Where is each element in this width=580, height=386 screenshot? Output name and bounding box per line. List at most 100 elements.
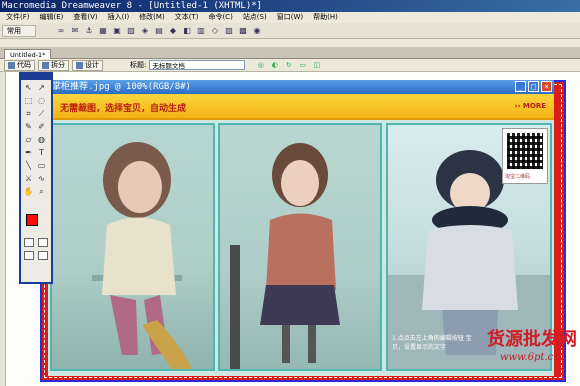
- split-view-icon: [42, 61, 49, 69]
- rectangle-tool-icon[interactable]: ▭: [36, 161, 47, 171]
- photo-caption: 1.点点击左上角的编辑按钮 宝贝，设置显示的文字: [392, 335, 472, 351]
- qr-code: [507, 133, 543, 169]
- menu-text[interactable]: 文本(T): [175, 12, 199, 23]
- menu-window[interactable]: 窗口(W): [277, 12, 303, 23]
- email-icon[interactable]: ✉: [70, 26, 80, 36]
- knife-tool-icon[interactable]: ⚔: [23, 174, 34, 184]
- freeform-tool-icon[interactable]: ∿: [36, 174, 47, 184]
- full-screen-menu-icon[interactable]: [24, 251, 34, 260]
- view-mode-buttons: [24, 238, 50, 260]
- design-view-button[interactable]: 设计: [72, 59, 103, 71]
- menu-insert[interactable]: 插入(I): [108, 12, 130, 23]
- subselect-tool-icon[interactable]: ↗: [36, 83, 47, 93]
- pencil-tool-icon[interactable]: ✐: [36, 122, 47, 132]
- eraser-tool-icon[interactable]: ▱: [23, 135, 34, 145]
- slice-tool-icon[interactable]: ⟋: [36, 109, 47, 119]
- foreground-color-swatch[interactable]: [26, 214, 38, 226]
- tools-panel: ↖ ↗ ⬚ ◌ ⌗ ⟋ ✎ ✐ ▱ ◍ ✒ T ╲ ▭ ⚔ ∿ ✋ ⌕: [19, 72, 53, 284]
- qr-code-box: 淘宝二维码: [502, 128, 548, 184]
- template-icon[interactable]: ▧: [224, 26, 234, 36]
- minimize-icon[interactable]: _: [515, 81, 526, 92]
- comment-icon[interactable]: ◧: [182, 26, 192, 36]
- view-options-icon[interactable]: ▭: [298, 61, 307, 70]
- script-icon[interactable]: ◇: [210, 26, 220, 36]
- pen-tool-icon[interactable]: ✒: [23, 148, 34, 158]
- insert-category-select[interactable]: 常用: [2, 24, 36, 37]
- app-title: Macromedia Dreamweaver 8 - [Untitled-1 (…: [2, 1, 263, 11]
- code-view-label: 代码: [17, 61, 31, 69]
- lasso-tool-icon[interactable]: ◌: [36, 96, 47, 106]
- hand-tool-icon[interactable]: ✋: [23, 187, 34, 197]
- blur-tool-icon[interactable]: ◍: [36, 135, 47, 145]
- document-tab[interactable]: Untitled-1*: [4, 49, 52, 59]
- tools-grid: ↖ ↗ ⬚ ◌ ⌗ ⟋ ✎ ✐ ▱ ◍ ✒ T ╲ ▭ ⚔ ∿ ✋ ⌕: [23, 83, 49, 197]
- insert-icons: ∞ ✉ ⚓ ▦ ▣ ▨ ◈ ▤ ◆ ◧ ▥ ◇ ▧ ▩ ◉: [56, 26, 262, 36]
- document-tab-strip: Untitled-1*: [0, 47, 580, 59]
- image-icon[interactable]: ▨: [126, 26, 136, 36]
- document-toolbar: 代码 拆分 设计 标题: ◎ ◐ ↻ ▭ ◫: [0, 59, 580, 72]
- marquee-tool-icon[interactable]: ⬚: [23, 96, 34, 106]
- close-icon[interactable]: ×: [541, 81, 552, 92]
- tag-chooser-icon[interactable]: ◉: [252, 26, 262, 36]
- child-photo-2-illustration: [230, 143, 340, 369]
- date-icon[interactable]: ▤: [154, 26, 164, 36]
- server-icon[interactable]: ◆: [168, 26, 178, 36]
- media-icon[interactable]: ◈: [140, 26, 150, 36]
- text-tool-icon[interactable]: T: [36, 148, 47, 158]
- product-photos: [48, 120, 554, 376]
- banner-more-link[interactable]: ›› MORE: [515, 102, 546, 110]
- menu-commands[interactable]: 命令(C): [208, 12, 232, 23]
- preview-icon[interactable]: ◐: [270, 61, 279, 70]
- qr-caption: 淘宝二维码: [505, 174, 531, 180]
- title-field-label: 标题:: [130, 61, 147, 69]
- banner-more-label: MORE: [522, 102, 546, 110]
- watermark-site-name: 货源批发网: [487, 329, 577, 350]
- refresh-icon[interactable]: ↻: [284, 61, 293, 70]
- menu-help[interactable]: 帮助(H): [313, 12, 338, 23]
- image-window-controls: _ □ ×: [515, 81, 552, 92]
- maximize-icon[interactable]: □: [528, 81, 539, 92]
- menu-bar: 文件(F) 编辑(E) 查看(V) 插入(I) 修改(M) 文本(T) 命令(C…: [0, 12, 580, 23]
- head-icon[interactable]: ▥: [196, 26, 206, 36]
- tools-panel-grip[interactable]: [21, 74, 51, 80]
- product-photo-2[interactable]: [218, 123, 382, 371]
- layer-icon[interactable]: ▣: [112, 26, 122, 36]
- standard-mode-icon[interactable]: [24, 238, 34, 247]
- menu-view[interactable]: 查看(V): [73, 12, 97, 23]
- title-input[interactable]: [149, 60, 246, 70]
- insert-toolbar: 常用 ∞ ✉ ⚓ ▦ ▣ ▨ ◈ ▤ ◆ ◧ ▥ ◇ ▧ ▩ ◉: [0, 23, 580, 39]
- doc-toolbar-icons: ◎ ◐ ↻ ▭ ◫: [256, 61, 321, 70]
- file-management-icon[interactable]: ◎: [256, 61, 265, 70]
- anchor-icon[interactable]: ⚓: [84, 26, 94, 36]
- watermark-url: www.6pt.cn: [500, 352, 560, 363]
- full-screen-icon[interactable]: [38, 238, 48, 247]
- child-photo-1-illustration: [92, 142, 192, 369]
- menu-edit[interactable]: 编辑(E): [40, 12, 64, 23]
- image-window-titlebar[interactable]: 掌柜推荐.jpg @ 100%(RGB/8#) _ □ ×: [48, 80, 554, 94]
- code-view-button[interactable]: 代码: [4, 59, 35, 71]
- design-view-label: 设计: [85, 61, 99, 69]
- image-window-title: 掌柜推荐.jpg @ 100%(RGB/8#): [52, 82, 191, 92]
- product-photo-1[interactable]: [50, 123, 215, 371]
- code-view-icon: [8, 61, 15, 69]
- split-view-label: 拆分: [51, 61, 65, 69]
- banner-text: 无需裁图，选择宝贝，自动生成: [60, 104, 187, 114]
- menu-file[interactable]: 文件(F): [6, 12, 30, 23]
- design-view-icon: [76, 61, 83, 69]
- menu-modify[interactable]: 修改(M): [139, 12, 165, 23]
- full-screen-no-menu-icon[interactable]: [38, 251, 48, 260]
- app-title-bar: Macromedia Dreamweaver 8 - [Untitled-1 (…: [0, 0, 580, 12]
- visual-aids-icon[interactable]: ◫: [312, 61, 321, 70]
- pointer-tool-icon[interactable]: ↖: [23, 83, 34, 93]
- table-icon[interactable]: ▦: [98, 26, 108, 36]
- line-tool-icon[interactable]: ╲: [23, 161, 34, 171]
- zoom-tool-icon[interactable]: ⌕: [36, 187, 47, 197]
- brush-tool-icon[interactable]: ✎: [23, 122, 34, 132]
- split-view-button[interactable]: 拆分: [38, 59, 69, 71]
- menu-site[interactable]: 站点(S): [243, 12, 267, 23]
- crop-tool-icon[interactable]: ⌗: [23, 109, 34, 119]
- vertical-ruler: [0, 72, 6, 386]
- link-icon[interactable]: ∞: [56, 26, 66, 36]
- toolbar-separator: [0, 39, 580, 47]
- library-icon[interactable]: ▩: [238, 26, 248, 36]
